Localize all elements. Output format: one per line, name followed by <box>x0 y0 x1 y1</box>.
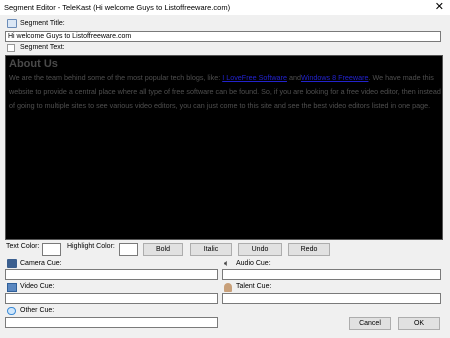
other-cue-label: Other Cue: <box>20 307 55 314</box>
segment-text-editor[interactable]: About Us We are the team behind some of … <box>5 55 443 240</box>
talent-cue-label: Talent Cue: <box>236 283 272 290</box>
audio-cue-label: Audio Cue: <box>236 260 271 267</box>
film-icon <box>7 283 17 292</box>
video-cue-label: Video Cue: <box>20 283 55 290</box>
other-cue-input[interactable] <box>5 317 218 328</box>
segment-title-value: Hi welcome Guys to Listoffreeware.com <box>8 33 132 40</box>
camera-cue-label: Camera Cue: <box>20 260 62 267</box>
highlight-color-label: Highlight Color: <box>67 243 115 250</box>
window-title: Segment Editor - TeleKast (Hi welcome Gu… <box>4 3 231 12</box>
segment-title-label: Segment Title: <box>20 20 65 27</box>
audio-cue-input[interactable] <box>222 269 441 280</box>
paragraph-text-2: and <box>286 73 301 82</box>
text-color-picker[interactable] <box>42 243 61 256</box>
document-icon <box>7 19 17 28</box>
title-bar: Segment Editor - TeleKast (Hi welcome Gu… <box>0 0 450 15</box>
text-color-label: Text Color: <box>6 243 40 250</box>
ilovefreesoftware-link[interactable]: I LoveFree Software <box>222 73 287 82</box>
talent-cue-input[interactable] <box>222 293 441 304</box>
paragraph-text-1: We are the team behind some of the most … <box>9 73 223 82</box>
highlight-color-picker[interactable] <box>119 243 138 256</box>
video-cue-input[interactable] <box>5 293 218 304</box>
windows8freeware-link[interactable]: Windows 8 Freeware <box>301 73 369 82</box>
editor-paragraph: We are the team behind some of the most … <box>9 71 441 113</box>
close-icon[interactable]: ✕ <box>435 0 444 15</box>
speech-bubble-icon <box>7 307 16 315</box>
camera-cue-input[interactable] <box>5 269 218 280</box>
redo-button[interactable]: Redo <box>288 243 330 256</box>
cancel-button[interactable]: Cancel <box>349 317 391 330</box>
italic-button[interactable]: Italic <box>190 243 232 256</box>
text-icon <box>7 44 15 52</box>
person-icon <box>224 283 232 292</box>
ok-button[interactable]: OK <box>398 317 440 330</box>
camera-icon <box>7 259 17 268</box>
speaker-icon: 🔈︎ <box>224 258 230 268</box>
segment-title-input[interactable]: Hi welcome Guys to Listoffreeware.com <box>5 31 441 42</box>
undo-button[interactable]: Undo <box>238 243 282 256</box>
bold-button[interactable]: Bold <box>143 243 183 256</box>
segment-text-label: Segment Text: <box>20 44 65 51</box>
editor-heading: About Us <box>9 58 58 70</box>
